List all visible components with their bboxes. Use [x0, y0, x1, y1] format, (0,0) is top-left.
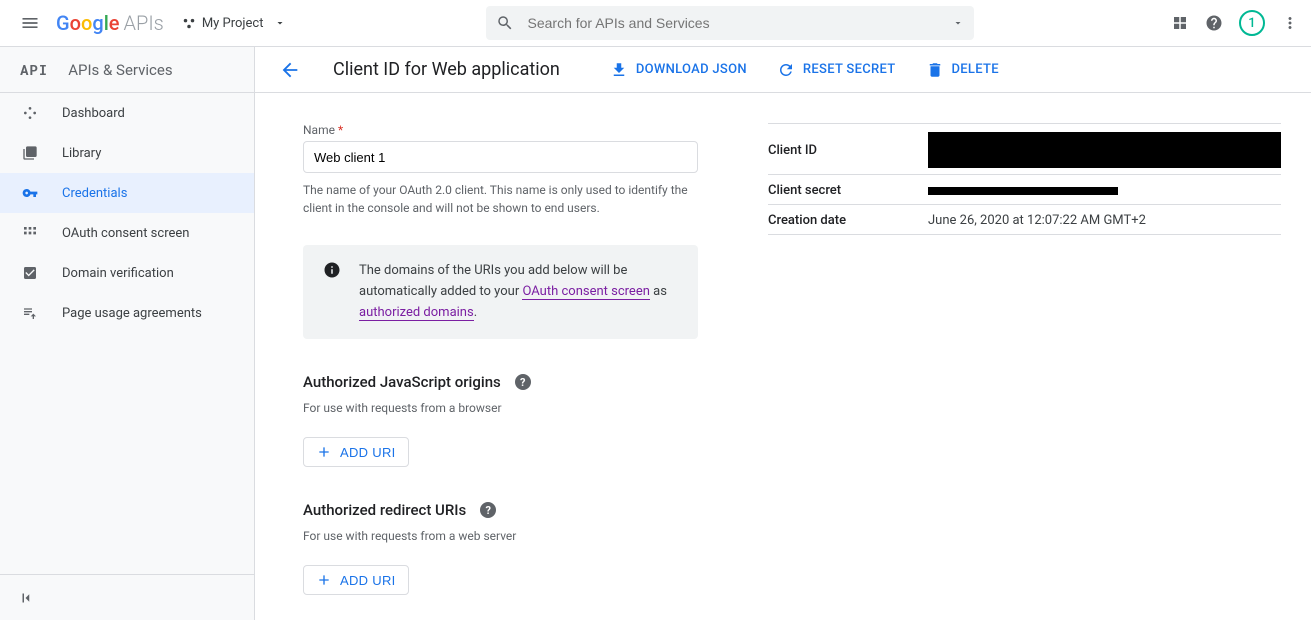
download-icon [610, 61, 628, 79]
name-label: Name * [303, 123, 698, 137]
help-icon[interactable] [1205, 14, 1223, 32]
gift-icon[interactable] [1171, 14, 1189, 32]
delete-label: DELETE [952, 62, 999, 77]
sidebar-item-credentials[interactable]: Credentials [0, 173, 254, 213]
searchbar[interactable] [486, 6, 974, 40]
add-uri-label: ADD URI [340, 445, 396, 460]
authorized-domains-link[interactable]: authorized domains [359, 305, 474, 321]
oauth-consent-link[interactable]: OAuth consent screen [522, 284, 649, 300]
info-text-2: as [650, 284, 667, 299]
search-dropdown-icon[interactable] [952, 17, 964, 29]
more-icon[interactable] [1281, 14, 1299, 32]
creation-date-value: June 26, 2020 at 12:07:22 AM GMT+2 [928, 213, 1281, 228]
logo-suffix: APIs [124, 11, 164, 35]
add-uri-redirect-button[interactable]: ADD URI [303, 565, 409, 595]
trash-icon [926, 61, 944, 79]
reset-label: RESET SECRET [803, 62, 896, 77]
topbar-right: 1 [1171, 10, 1299, 36]
name-input[interactable] [303, 141, 698, 173]
redirect-title: Authorized redirect URIs [303, 501, 466, 519]
google-apis-logo[interactable]: GoogleAPIs [56, 11, 164, 35]
download-json-button[interactable]: DOWNLOAD JSON [610, 61, 747, 79]
nav-label: Page usage agreements [62, 306, 202, 321]
name-helper: The name of your OAuth 2.0 client. This … [303, 181, 698, 217]
client-id-row: Client ID [768, 123, 1281, 175]
search-input[interactable] [528, 15, 952, 31]
nav-label: Library [62, 146, 101, 161]
add-uri-js-button[interactable]: ADD URI [303, 437, 409, 467]
sidebar: API APIs & Services Dashboard Library Cr… [0, 47, 255, 620]
main: Client ID for Web application DOWNLOAD J… [255, 47, 1311, 620]
nav-label: OAuth consent screen [62, 226, 189, 241]
sidebar-item-oauth[interactable]: OAuth consent screen [0, 213, 254, 253]
info-text-3: . [474, 305, 477, 320]
toolbar: Client ID for Web application DOWNLOAD J… [255, 47, 1311, 93]
plus-icon [316, 572, 332, 588]
js-origins-desc: For use with requests from a browser [303, 401, 698, 415]
avatar-initial: 1 [1248, 16, 1255, 31]
search-icon [496, 14, 514, 32]
key-icon [20, 185, 40, 201]
help-icon[interactable]: ? [515, 374, 531, 390]
consent-icon [20, 225, 40, 241]
download-label: DOWNLOAD JSON [636, 62, 747, 77]
plus-icon [316, 444, 332, 460]
creation-date-row: Creation date June 26, 2020 at 12:07:22 … [768, 205, 1281, 235]
topbar: GoogleAPIs My Project 1 [0, 0, 1311, 47]
nav-label: Domain verification [62, 266, 174, 281]
sidebar-item-domain[interactable]: Domain verification [0, 253, 254, 293]
add-uri-label: ADD URI [340, 573, 396, 588]
info-icon [323, 261, 341, 323]
sidebar-title: APIs & Services [68, 61, 172, 79]
project-name: My Project [202, 16, 264, 31]
reset-secret-button[interactable]: RESET SECRET [777, 61, 896, 79]
help-icon[interactable]: ? [480, 502, 496, 518]
dropdown-icon [274, 17, 286, 29]
nav-label: Dashboard [62, 106, 125, 121]
avatar[interactable]: 1 [1239, 10, 1265, 36]
domain-icon [20, 265, 40, 281]
usage-icon [20, 305, 40, 321]
nav-label: Credentials [62, 186, 127, 201]
page-title: Client ID for Web application [333, 59, 560, 80]
project-picker[interactable]: My Project [182, 16, 286, 31]
sidebar-item-library[interactable]: Library [0, 133, 254, 173]
project-dots-icon [182, 16, 196, 30]
client-secret-value-redacted [928, 187, 1118, 195]
delete-button[interactable]: DELETE [926, 61, 999, 79]
reset-icon [777, 61, 795, 79]
js-origins-title: Authorized JavaScript origins [303, 373, 501, 391]
client-id-label: Client ID [768, 143, 928, 158]
creation-date-label: Creation date [768, 213, 928, 228]
api-badge: API [20, 60, 48, 79]
library-icon [20, 145, 40, 161]
collapse-sidebar-button[interactable] [0, 574, 254, 620]
menu-icon[interactable] [12, 5, 48, 41]
dashboard-icon [20, 105, 40, 121]
client-id-value-redacted [928, 132, 1281, 168]
redirect-desc: For use with requests from a web server [303, 529, 698, 543]
client-secret-label: Client secret [768, 183, 928, 198]
client-secret-row: Client secret [768, 175, 1281, 205]
sidebar-item-dashboard[interactable]: Dashboard [0, 93, 254, 133]
sidebar-header[interactable]: API APIs & Services [0, 47, 254, 93]
sidebar-item-usage[interactable]: Page usage agreements [0, 293, 254, 333]
back-arrow-icon[interactable] [279, 59, 301, 81]
info-box: The domains of the URIs you add below wi… [303, 245, 698, 339]
